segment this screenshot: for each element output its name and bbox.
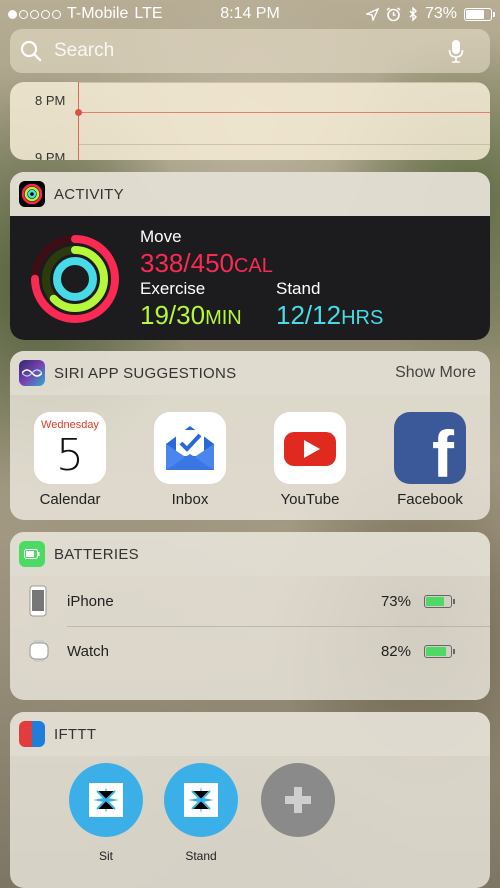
recipe-button[interactable] [164,763,238,837]
microphone-icon[interactable] [448,39,464,63]
burst-icon [89,783,123,817]
batteries-widget[interactable]: BATTERIES iPhone 73% Watch 82% [10,532,490,700]
recipe-add[interactable] [253,763,343,837]
device-name: iPhone [67,592,114,610]
battery-gauge [424,644,455,658]
current-time-dot [75,109,82,116]
move-label: Move [140,227,182,246]
ifttt-header[interactable]: IFTTT [10,712,490,756]
move-value: 338/450CAL [140,248,273,278]
calendar-event-bar [78,82,79,160]
iphone-icon [29,585,47,617]
calendar-app-icon[interactable]: Wednesday 5 [34,412,106,484]
battery-icon [464,7,495,21]
recipe-label: Stand [185,849,217,863]
recipe-button[interactable] [69,763,143,837]
widget-title: IFTTT [54,725,97,743]
activity-rings [31,235,119,323]
app-suggestion-inbox[interactable]: Inbox [130,412,250,508]
inbox-app-icon[interactable] [154,412,226,484]
battery-percent: 73% [424,5,457,22]
burst-icon [184,783,218,817]
app-suggestion-youtube[interactable]: YouTube [250,412,370,508]
status-right: 73% [365,5,495,23]
batteries-app-icon [19,541,45,567]
device-name: Watch [67,642,109,660]
ifttt-app-icon [19,721,45,747]
activity-header[interactable]: ACTIVITY [10,172,490,216]
app-suggestion-facebook[interactable]: f Facebook [370,412,490,508]
recipe-label: Sit [98,849,113,863]
youtube-app-icon[interactable] [274,412,346,484]
recipe-stand[interactable]: Stand [156,763,246,863]
battery-percent: 82% [380,642,411,660]
bluetooth-icon [409,6,417,22]
status-bar: T-Mobile LTE 8:14 PM 73% [0,0,500,28]
stand-value: 12/12HRS [276,300,384,330]
facebook-app-icon[interactable]: f [394,412,466,484]
battery-row-iphone: iPhone 73% [10,576,490,626]
battery-row-watch: Watch 82% [10,626,490,676]
alarm-icon [386,6,401,21]
app-label: YouTube [280,491,340,508]
activity-widget[interactable]: ACTIVITY Move 338/450CAL Exercise 19/30M… [10,172,490,340]
app-label: Inbox [171,491,209,508]
current-time-line [78,112,490,113]
calendar-time-label: 9 PM [35,150,66,160]
search-icon [20,40,42,62]
add-recipe-button[interactable] [261,763,335,837]
plus-icon [285,787,311,813]
activity-body: Move 338/450CAL Exercise 19/30MIN Stand … [10,216,490,340]
search-placeholder[interactable]: Search [54,40,114,62]
siri-suggestions-widget[interactable]: SIRI APP SUGGESTIONS Show More Wednesday… [10,351,490,520]
widget-title: ACTIVITY [54,185,124,203]
app-label: Calendar [39,491,101,508]
calendar-widget[interactable]: 8 PM 9 PM [10,82,490,160]
app-label: Facebook [397,491,463,508]
search-bar[interactable]: Search [10,29,490,73]
recipe-sit[interactable]: Sit [61,763,151,863]
batteries-header[interactable]: BATTERIES [10,532,490,576]
stand-label: Stand [276,279,321,298]
siri-header: SIRI APP SUGGESTIONS Show More [10,351,490,395]
status-time: 8:14 PM [220,5,280,22]
stand-ring [53,257,97,301]
widget-title: BATTERIES [54,545,139,563]
location-arrow-icon [365,7,379,21]
activity-app-icon [19,181,45,207]
watch-icon [29,640,49,662]
calendar-time-label: 8 PM [35,93,66,108]
calendar-date: 5 [56,430,84,481]
siri-icon [19,360,45,386]
battery-gauge [424,594,455,608]
app-suggestions-grid: Wednesday 5 Calendar Inbox YouTube f Fac… [10,412,490,508]
exercise-label: Exercise [140,279,206,298]
app-suggestion-calendar[interactable]: Wednesday 5 Calendar [10,412,130,508]
battery-percent: 73% [380,592,411,610]
exercise-value: 19/30MIN [140,300,242,330]
ifttt-widget[interactable]: IFTTT Sit Stand [10,712,490,888]
widget-title: SIRI APP SUGGESTIONS [54,364,237,382]
show-more-button[interactable]: Show More [395,364,476,382]
